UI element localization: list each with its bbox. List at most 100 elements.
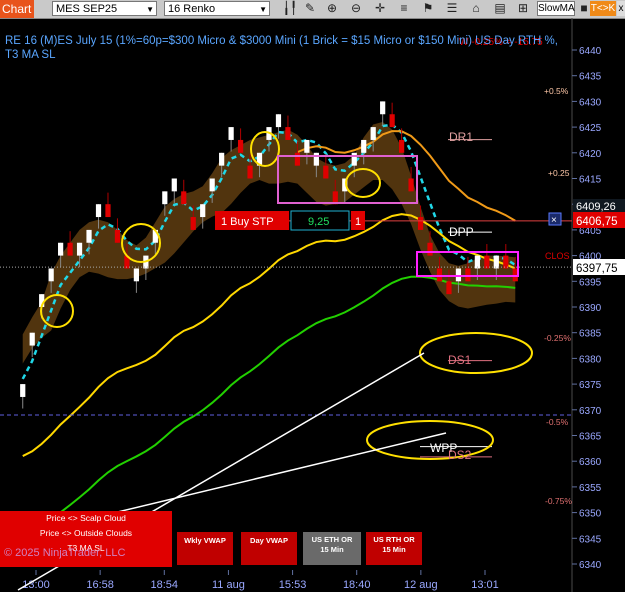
pct-label: +0.25 [548, 168, 570, 178]
pct-label: -0.75% [545, 496, 572, 506]
day-vwap-button[interactable]: Day VWAP [241, 532, 297, 565]
crosshair-icon[interactable]: ✛ [372, 1, 388, 16]
y-tick-label: 6350 [579, 509, 602, 520]
up-brick [86, 229, 92, 243]
copyright: © 2025 NinjaTrader, LLC [4, 547, 126, 559]
scalp-cloud [22, 121, 516, 364]
y-tick-label: 6365 [579, 432, 602, 443]
down-brick [294, 152, 301, 166]
properties-icon[interactable]: ≡ [396, 1, 412, 16]
up-brick [29, 332, 35, 346]
scalp-cloud-band [22, 121, 516, 364]
instrument-select[interactable]: MES SEP25 ▼ [52, 1, 157, 16]
tk-button[interactable]: T<>K [590, 1, 616, 16]
list-icon[interactable]: ☰ [444, 1, 460, 16]
down-brick [398, 139, 405, 153]
up-brick [209, 178, 215, 192]
y-tick-label: 6380 [579, 354, 602, 365]
down-brick [465, 268, 471, 282]
up-brick [48, 268, 54, 282]
y-tick-label: 6360 [579, 457, 602, 468]
down-brick [417, 217, 424, 230]
chart-panel[interactable]: 6340 6345 6350 6355 6360 6365 6370 6375 6380 6385… [0, 18, 625, 592]
down-brick [323, 165, 329, 179]
up-brick [493, 255, 499, 269]
up-brick [200, 204, 206, 218]
up-brick [219, 152, 225, 166]
order-qty-value: 1 [355, 216, 361, 228]
y-tick-label: 6415 [579, 175, 602, 186]
y-tick-label: 6440 [579, 46, 602, 57]
close-icon: × [551, 215, 557, 226]
price-axis: 6340 6345 6350 6355 6360 6365 6370 6375 6380 6385… [572, 46, 602, 571]
chart-trader-icon[interactable]: ▤ [492, 1, 508, 16]
x-tick-label: 16:58 [86, 579, 114, 591]
up-brick [361, 139, 367, 153]
bartype-label: 16 Renko [168, 3, 216, 15]
up-brick [370, 127, 376, 140]
up-brick [351, 152, 357, 166]
up-brick [171, 178, 177, 192]
y-tick-label: 6385 [579, 329, 602, 340]
y-tick-label: 6420 [579, 149, 602, 160]
close-button[interactable]: x [617, 1, 625, 16]
zoom-in-icon[interactable]: ⊕ [324, 1, 340, 16]
down-brick [408, 178, 414, 192]
y-tick-label: 6340 [579, 560, 602, 571]
y-tick-label: 6435 [579, 72, 602, 83]
x-tick-label: 11 aug [212, 579, 245, 591]
instrument-label: MES SEP25 [56, 3, 118, 15]
down-brick [247, 165, 253, 179]
chevron-down-icon: ▼ [146, 5, 154, 14]
up-brick [228, 127, 234, 140]
time-axis: 13:00 16:58 18:54 11 aug 15:53 18:40 12 aug 13:… [22, 570, 499, 591]
pct-label: -0.25% [544, 333, 571, 343]
y-tick-label: 6345 [579, 534, 602, 545]
down-brick [285, 127, 291, 140]
y-tick-label: 6370 [579, 406, 602, 417]
wkly-vwap-button[interactable]: Wkly VWAP [177, 532, 233, 565]
up-brick [95, 204, 102, 218]
order-price-value: 6406,75 [576, 216, 618, 228]
down-brick [484, 255, 490, 269]
bartype-select[interactable]: 16 Renko ▼ [164, 1, 270, 16]
x-tick-label: 13:01 [471, 579, 499, 591]
link-icon[interactable]: ⊞ [515, 1, 531, 16]
pencil-icon[interactable]: ✎ [302, 1, 318, 16]
down-brick [389, 114, 395, 128]
dpp-label: DPP [449, 225, 474, 239]
lock-icon[interactable]: ⌂ [468, 1, 484, 16]
bars-icon[interactable]: ╽╿ [282, 1, 298, 16]
y-tick-label: 6355 [579, 483, 602, 494]
order-pnl-value: 9,25 [308, 216, 329, 228]
y-tick-label: 6390 [579, 303, 602, 314]
y-tick-label: 6395 [579, 277, 602, 288]
rth-or-button[interactable]: US RTH OR 15 Min [366, 532, 422, 565]
legend-line: Price <> Scalp Cloud [46, 513, 126, 523]
green-ma-line [22, 275, 516, 540]
ds1-label: DS1 [448, 353, 472, 367]
up-brick [275, 114, 282, 128]
ds1-ellipse [419, 332, 533, 374]
strategy-icon[interactable]: ⚑ [420, 1, 436, 16]
up-brick [162, 191, 168, 205]
legend-line: Price <> Outside Clouds [39, 528, 133, 538]
up-brick [133, 268, 140, 282]
down-brick [67, 242, 73, 256]
down-brick [503, 255, 509, 269]
buy-stop-label: 1 Buy STP [221, 216, 274, 228]
down-brick [436, 268, 443, 282]
up-brick [76, 242, 83, 256]
pct-label: +0.5% [544, 86, 569, 96]
chart-tab[interactable]: Chart [0, 0, 34, 18]
target-price-value: 6409,26 [576, 201, 616, 213]
indicator-select[interactable]: SlowMA [537, 1, 575, 16]
x-tick-label: 18:40 [343, 579, 371, 591]
up-brick [380, 101, 386, 115]
zoom-out-icon[interactable]: ⊖ [348, 1, 364, 16]
chart-info-text: RE 16 (M)ES July 15 (1%=60p=$300 Micro &… [5, 35, 558, 61]
y-tick-label: 6430 [579, 97, 602, 108]
eth-or-button[interactable]: US ETH OR 15 Min [303, 532, 361, 565]
chevron-down-icon: ▼ [259, 5, 267, 14]
down-brick [105, 204, 111, 218]
